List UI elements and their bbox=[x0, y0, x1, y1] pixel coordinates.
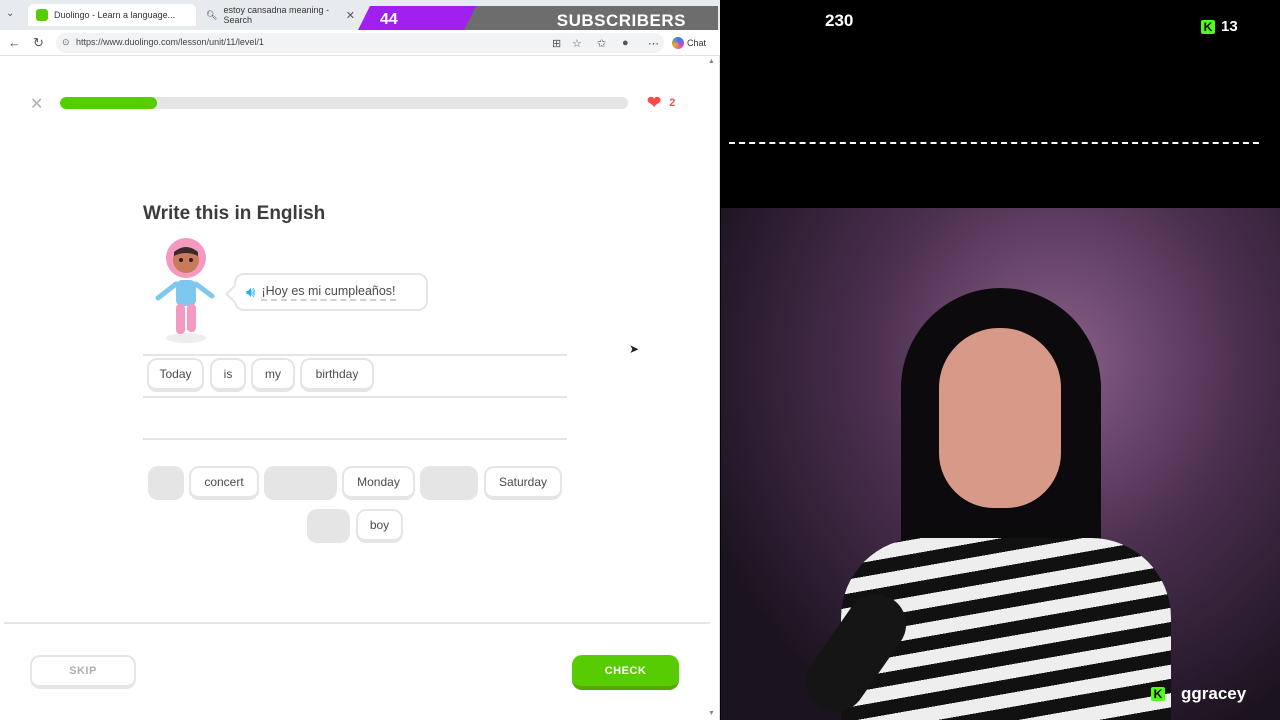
tab-search-label: estoy cansadna meaning - Search bbox=[223, 5, 330, 25]
tab-search[interactable]: 🔍︎ estoy cansadna meaning - Search ✕ bbox=[198, 4, 363, 26]
refresh-icon[interactable]: ↻ bbox=[33, 35, 44, 51]
sentence-bubble: 🔊︎ ¡Hoy es mi cumpleaños! bbox=[234, 273, 428, 311]
skip-button[interactable]: SKIP bbox=[30, 655, 136, 689]
sentence-text[interactable]: ¡Hoy es mi cumpleaños! bbox=[261, 284, 396, 301]
word-bank-saturday[interactable]: Saturday bbox=[484, 466, 562, 500]
kick-follower-counter: K 13 bbox=[1201, 18, 1238, 35]
answer-line-bottom bbox=[143, 438, 567, 440]
copilot-icon bbox=[672, 37, 684, 49]
lock-icon: ⊙ bbox=[62, 37, 70, 47]
search-icon: 🔍︎ bbox=[206, 9, 218, 20]
answer-line-top bbox=[143, 354, 567, 356]
answer-word-is[interactable]: is bbox=[210, 358, 246, 392]
address-bar-row: ← ↻ ⊙ https://www.duolingo.com/lesson/un… bbox=[0, 30, 720, 56]
duo-character-illustration bbox=[155, 238, 215, 343]
scroll-down-arrow-icon[interactable]: ▼ bbox=[708, 710, 715, 717]
answer-word-today[interactable]: Today bbox=[147, 358, 204, 392]
viewer-count: 230 bbox=[825, 11, 854, 30]
answer-word-birthday[interactable]: birthday bbox=[300, 358, 374, 392]
duolingo-favicon-icon bbox=[36, 9, 48, 21]
back-arrow-icon[interactable]: ← bbox=[8, 35, 21, 50]
stream-webcam-panel: 230 K 13 K ggracey bbox=[721, 0, 1280, 720]
favorite-star-icon[interactable]: ☆ bbox=[572, 37, 582, 50]
word-bank-monday[interactable]: Monday bbox=[342, 466, 415, 500]
close-lesson-icon[interactable]: ✕ bbox=[30, 94, 43, 114]
duolingo-browser-window: ⌄ Duolingo - Learn a language... 🔍︎ esto… bbox=[0, 0, 720, 720]
more-menu-icon[interactable]: ⋯ bbox=[648, 37, 659, 50]
dashed-divider bbox=[729, 142, 1259, 144]
apps-icon[interactable]: ⊞ bbox=[552, 37, 561, 50]
kick-logo-icon: K bbox=[1151, 687, 1165, 701]
word-bank-slot-used bbox=[307, 509, 350, 543]
favorites-icon[interactable]: ✩ bbox=[597, 37, 606, 50]
footer-divider bbox=[4, 622, 710, 624]
url-text: https://www.duolingo.com/lesson/unit/11/… bbox=[76, 37, 264, 47]
word-bank-concert[interactable]: concert bbox=[189, 466, 259, 500]
profile-icon[interactable]: ● bbox=[622, 37, 629, 49]
check-button[interactable]: CHECK bbox=[572, 655, 679, 690]
word-bank-boy[interactable]: boy bbox=[356, 509, 403, 543]
mouse-cursor-icon: ➤ bbox=[629, 342, 640, 356]
streamer-face bbox=[939, 328, 1061, 508]
speaker-icon[interactable]: 🔊︎ bbox=[246, 284, 255, 301]
hearts-count: 2 bbox=[669, 96, 676, 109]
heart-icon: ❤ bbox=[647, 93, 662, 112]
tab-list-chevron-icon[interactable]: ⌄ bbox=[6, 8, 14, 19]
answer-word-my[interactable]: my bbox=[251, 358, 295, 392]
subscriber-count: 44 bbox=[380, 11, 398, 28]
lesson-progress-fill bbox=[60, 97, 157, 109]
scroll-up-arrow-icon[interactable]: ▲ bbox=[708, 58, 715, 65]
prompt-title: Write this in English bbox=[143, 203, 326, 224]
hearts-counter[interactable]: ❤ 2 bbox=[647, 94, 675, 111]
word-bank-slot-used bbox=[420, 466, 478, 500]
streamer-name: ggracey bbox=[1181, 684, 1247, 703]
tab-duolingo-label: Duolingo - Learn a language... bbox=[54, 10, 176, 20]
tab-duolingo[interactable]: Duolingo - Learn a language... bbox=[28, 4, 196, 26]
subscriber-label: SUBSCRIBERS bbox=[556, 11, 686, 30]
kick-count: 13 bbox=[1221, 18, 1238, 35]
webcam-feed bbox=[721, 208, 1280, 720]
copilot-chat-button[interactable]: Chat bbox=[672, 37, 706, 49]
answer-line-middle bbox=[143, 396, 567, 398]
streamer-nameplate: K ggracey bbox=[1151, 684, 1246, 704]
lesson-progress-bar bbox=[60, 97, 628, 109]
word-bank-slot-used bbox=[264, 466, 337, 500]
close-tab-icon[interactable]: ✕ bbox=[346, 9, 355, 22]
word-bank-slot-used bbox=[148, 466, 184, 500]
kick-logo-icon: K bbox=[1201, 19, 1215, 34]
chat-label: Chat bbox=[687, 38, 707, 48]
